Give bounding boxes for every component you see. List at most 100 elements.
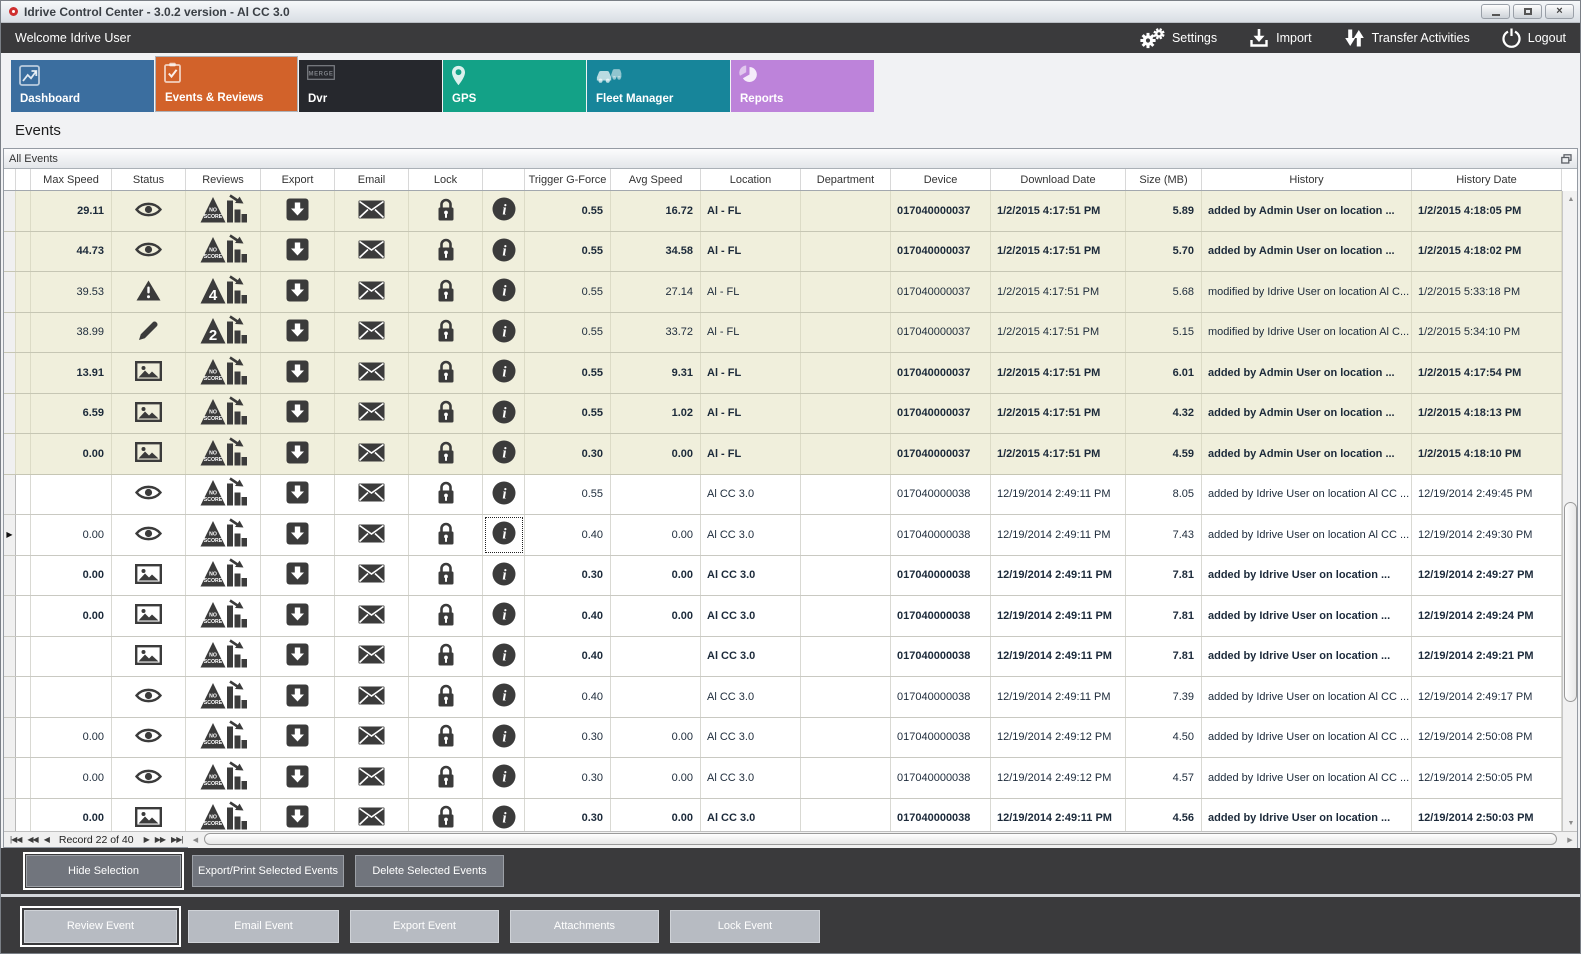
- cell-info[interactable]: i: [483, 718, 525, 758]
- column-header-lock[interactable]: Lock: [409, 169, 483, 190]
- cell-reviews[interactable]: NOSCORE: [186, 758, 261, 798]
- attachments-button[interactable]: Attachments: [510, 910, 659, 943]
- next-page-button[interactable]: ▶▶: [155, 835, 165, 844]
- horizontal-scrollbar-thumb[interactable]: [204, 833, 1557, 845]
- cell-info[interactable]: i: [483, 434, 525, 474]
- cell-lock[interactable]: [409, 515, 483, 555]
- cell-info[interactable]: i: [483, 758, 525, 798]
- cell-reviews[interactable]: NOSCORE: [186, 353, 261, 393]
- cell-export[interactable]: [261, 596, 335, 636]
- cell-info[interactable]: i: [483, 191, 525, 231]
- cell-info[interactable]: i: [483, 677, 525, 717]
- cell-info[interactable]: i: [483, 637, 525, 677]
- table-row[interactable]: 439.534i0.5527.14Al - FL0170400000371/2/…: [4, 272, 1562, 313]
- table-row[interactable]: 50.00NOSCOREi0.300.00Al CC 3.00170400000…: [4, 799, 1562, 832]
- table-row[interactable]: 8NOSCOREi0.40Al CC 3.001704000003812/19/…: [4, 637, 1562, 678]
- table-row[interactable]: 70.00NOSCOREi0.300.00Al CC 3.00170400000…: [4, 556, 1562, 597]
- cell-lock[interactable]: [409, 475, 483, 515]
- cell-email[interactable]: [335, 191, 409, 231]
- table-row[interactable]: 938.992i0.5533.72Al - FL0170400000371/2/…: [4, 313, 1562, 354]
- restore-panel-icon[interactable]: [1561, 154, 1572, 164]
- cell-lock[interactable]: [409, 718, 483, 758]
- cell-export[interactable]: [261, 475, 335, 515]
- cell-email[interactable]: [335, 434, 409, 474]
- import-button[interactable]: Import: [1249, 28, 1311, 48]
- cell-export[interactable]: [261, 232, 335, 272]
- cell-lock[interactable]: [409, 394, 483, 434]
- column-header-download-date[interactable]: Download Date: [991, 169, 1126, 190]
- cell-reviews[interactable]: NOSCORE: [186, 677, 261, 717]
- column-header-avg-speed[interactable]: Avg Speed: [611, 169, 701, 190]
- cell-email[interactable]: [335, 758, 409, 798]
- cell-export[interactable]: [261, 434, 335, 474]
- table-row[interactable]: 5NOSCOREi0.55Al CC 3.001704000003812/19/…: [4, 475, 1562, 516]
- cell-reviews[interactable]: NOSCORE: [186, 637, 261, 677]
- cell-info[interactable]: i: [483, 475, 525, 515]
- table-row[interactable]: 513.91NOSCOREi0.559.31Al - FL01704000003…: [4, 353, 1562, 394]
- cell-email[interactable]: [335, 677, 409, 717]
- cell-lock[interactable]: [409, 232, 483, 272]
- horizontal-scrollbar[interactable]: ◀ ▶: [188, 832, 1577, 848]
- cell-reviews[interactable]: 4: [186, 272, 261, 312]
- export-print-selected-events-button[interactable]: Export/Print Selected Events: [192, 855, 344, 887]
- vertical-scrollbar[interactable]: ▲ ▼: [1562, 191, 1577, 831]
- cell-info[interactable]: i: [483, 556, 525, 596]
- cell-export[interactable]: [261, 313, 335, 353]
- column-header-status[interactable]: Status: [112, 169, 186, 190]
- cell-email[interactable]: [335, 272, 409, 312]
- cell-info[interactable]: i: [483, 515, 525, 555]
- table-row[interactable]: ▶70.00NOSCOREi0.400.00Al CC 3.0017040000…: [4, 515, 1562, 556]
- cell-lock[interactable]: [409, 596, 483, 636]
- table-row[interactable]: 50.00NOSCOREi0.300.00Al CC 3.00170400000…: [4, 718, 1562, 759]
- cell-export[interactable]: [261, 394, 335, 434]
- cell-export[interactable]: [261, 799, 335, 832]
- cell-email[interactable]: [335, 637, 409, 677]
- cell-email[interactable]: [335, 799, 409, 832]
- table-row[interactable]: 00.00NOSCOREi0.300.00Al - FL017040000037…: [4, 434, 1562, 475]
- cell-reviews[interactable]: NOSCORE: [186, 394, 261, 434]
- cell-reviews[interactable]: NOSCORE: [186, 232, 261, 272]
- first-record-button[interactable]: |◀◀: [10, 835, 21, 844]
- prev-record-button[interactable]: ◀: [44, 835, 49, 844]
- cell-info[interactable]: i: [483, 232, 525, 272]
- column-header-email[interactable]: Email: [335, 169, 409, 190]
- cell-lock[interactable]: [409, 313, 483, 353]
- cell-lock[interactable]: [409, 353, 483, 393]
- cell-info[interactable]: i: [483, 799, 525, 832]
- cell-export[interactable]: [261, 515, 335, 555]
- cell-email[interactable]: [335, 313, 409, 353]
- last-record-button[interactable]: ▶▶|: [171, 835, 182, 844]
- cell-reviews[interactable]: 2: [186, 313, 261, 353]
- cell-email[interactable]: [335, 596, 409, 636]
- cell-reviews[interactable]: NOSCORE: [186, 475, 261, 515]
- table-row[interactable]: 80.00NOSCOREi0.300.00Al CC 3.00170400000…: [4, 758, 1562, 799]
- cell-info[interactable]: i: [483, 394, 525, 434]
- cell-reviews[interactable]: NOSCORE: [186, 515, 261, 555]
- cell-email[interactable]: [335, 556, 409, 596]
- cell-reviews[interactable]: NOSCORE: [186, 718, 261, 758]
- close-button[interactable]: ×: [1545, 4, 1574, 19]
- cell-reviews[interactable]: NOSCORE: [186, 191, 261, 231]
- tab-reports[interactable]: Reports: [731, 60, 874, 112]
- scroll-up-arrow-icon[interactable]: ▲: [1563, 191, 1579, 207]
- cell-reviews[interactable]: NOSCORE: [186, 596, 261, 636]
- tab-events-reviews[interactable]: Events & Reviews: [155, 56, 298, 112]
- column-header-trigger-g-force[interactable]: Trigger G-Force: [525, 169, 611, 190]
- cell-email[interactable]: [335, 515, 409, 555]
- tab-gps[interactable]: GPS: [443, 60, 586, 112]
- cell-email[interactable]: [335, 718, 409, 758]
- column-header-history-date[interactable]: History Date: [1412, 169, 1562, 190]
- column-header-max-speed[interactable]: Max Speed: [31, 169, 112, 190]
- cell-info[interactable]: i: [483, 313, 525, 353]
- cell-email[interactable]: [335, 394, 409, 434]
- table-row[interactable]: 50.00NOSCOREi0.400.00Al CC 3.00170400000…: [4, 596, 1562, 637]
- cell-reviews[interactable]: NOSCORE: [186, 799, 261, 832]
- logout-button[interactable]: Logout: [1502, 28, 1566, 48]
- scroll-left-arrow-icon[interactable]: ◀: [188, 832, 202, 848]
- cell-export[interactable]: [261, 637, 335, 677]
- scroll-right-arrow-icon[interactable]: ▶: [1563, 832, 1577, 848]
- transfer-activities-button[interactable]: Transfer Activities: [1344, 28, 1470, 48]
- cell-reviews[interactable]: NOSCORE: [186, 434, 261, 474]
- cell-export[interactable]: [261, 677, 335, 717]
- cell-lock[interactable]: [409, 758, 483, 798]
